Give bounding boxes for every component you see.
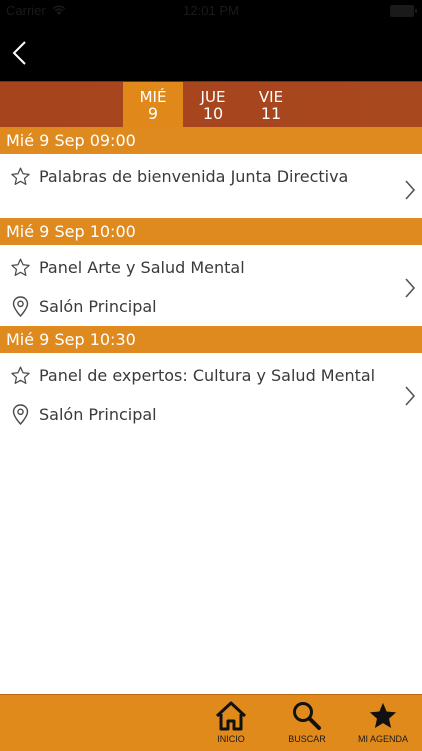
star-outline-icon[interactable] bbox=[10, 257, 31, 278]
event-title-line: Palabras de bienvenida Junta Directiva bbox=[10, 164, 348, 188]
location-pin-icon bbox=[12, 403, 29, 425]
search-icon bbox=[293, 702, 321, 730]
back-button[interactable] bbox=[6, 38, 36, 68]
star-outline-icon[interactable] bbox=[10, 365, 31, 386]
event-title: Panel de expertos: Cultura y Salud Menta… bbox=[39, 365, 376, 385]
event-location-line: Salón Principal bbox=[10, 402, 157, 426]
section-header: Mié 9 Sep 10:00 bbox=[0, 218, 422, 245]
chevron-right-icon bbox=[405, 386, 416, 406]
location-pin-icon bbox=[12, 295, 29, 317]
tab-bar: INICIO BUSCAR MI AGENDA bbox=[0, 694, 422, 751]
chevron-right-icon bbox=[405, 180, 416, 200]
tab-home-label: INICIO bbox=[217, 734, 245, 744]
event-title-line: Panel Arte y Salud Mental bbox=[10, 255, 245, 279]
star-outline-icon[interactable] bbox=[10, 166, 31, 187]
tab-search[interactable]: BUSCAR bbox=[272, 695, 342, 751]
tab-agenda-label: MI AGENDA bbox=[357, 734, 408, 744]
event-location: Salón Principal bbox=[39, 296, 157, 316]
chevron-right-icon bbox=[405, 278, 416, 298]
day-tab-jue[interactable]: JUE 10 bbox=[183, 82, 243, 128]
event-row[interactable]: Panel de expertos: Cultura y Salud Menta… bbox=[0, 353, 422, 436]
day-tab-mie[interactable]: MIÉ 9 bbox=[123, 82, 183, 128]
star-filled-icon bbox=[369, 702, 397, 728]
section-header: Mié 9 Sep 09:00 bbox=[0, 127, 422, 154]
navigation-bar bbox=[0, 22, 422, 81]
event-title: Panel Arte y Salud Mental bbox=[39, 257, 245, 277]
day-tab-weekday: MIÉ bbox=[139, 88, 167, 106]
event-row[interactable]: Panel Arte y Salud Mental Salón Principa… bbox=[0, 245, 422, 326]
day-tab-vie[interactable]: VIE 11 bbox=[241, 82, 301, 128]
day-selector: MIÉ 9 JUE 10 VIE 11 bbox=[0, 81, 422, 128]
event-title: Palabras de bienvenida Junta Directiva bbox=[39, 166, 349, 186]
status-bar: Carrier 12:01 PM bbox=[0, 0, 422, 22]
tab-home[interactable]: INICIO bbox=[196, 695, 266, 751]
home-icon bbox=[215, 701, 247, 731]
day-tab-date: 11 bbox=[260, 104, 282, 123]
chevron-left-icon bbox=[12, 41, 26, 65]
section-header: Mié 9 Sep 10:30 bbox=[0, 326, 422, 353]
battery-icon bbox=[390, 5, 417, 17]
event-row[interactable]: Palabras de bienvenida Junta Directiva bbox=[0, 154, 422, 217]
event-location: Salón Principal bbox=[39, 404, 157, 424]
tab-search-label: BUSCAR bbox=[288, 734, 326, 744]
status-time: 12:01 PM bbox=[183, 3, 239, 18]
day-tab-weekday: VIE bbox=[258, 88, 284, 106]
day-tab-weekday: JUE bbox=[200, 88, 226, 106]
day-tab-date: 9 bbox=[147, 104, 159, 123]
event-location-line: Salón Principal bbox=[10, 294, 157, 318]
tab-agenda[interactable]: MI AGENDA bbox=[348, 695, 418, 751]
event-title-line: Panel de expertos: Cultura y Salud Menta… bbox=[10, 363, 375, 387]
day-tab-date: 10 bbox=[202, 104, 224, 123]
